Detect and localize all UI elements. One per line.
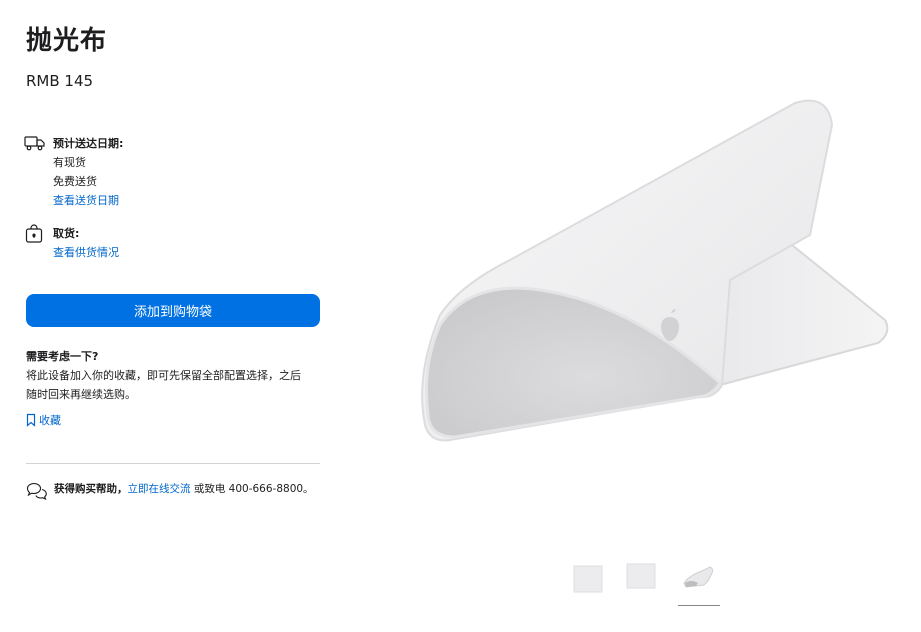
gallery-thumbnail-2[interactable] [626, 563, 656, 589]
bookmark-icon [26, 413, 36, 427]
divider [26, 463, 320, 464]
help-bold: 获得购买帮助， [54, 483, 128, 495]
consider-text-line2: 随时回来再继续选购。 [26, 388, 136, 401]
add-to-bag-button[interactable]: 添加到购物袋 [26, 294, 320, 327]
consider-text-line1: 将此设备加入你的收藏，即可先保留全部配置选择，之后 [26, 369, 301, 382]
gallery-thumbnail-3[interactable] [682, 565, 716, 589]
save-label: 收藏 [39, 414, 61, 427]
consider-section: 需要考虑一下? 将此设备加入你的收藏，即可先保留全部配置选择，之后 随时回来再继… [26, 347, 326, 404]
gallery-active-indicator [678, 605, 720, 606]
save-to-favorites-link[interactable]: 收藏 [26, 411, 61, 430]
availability-text: 有现货 [53, 156, 86, 169]
product-hero-image [400, 85, 900, 455]
check-delivery-link[interactable]: 查看送货日期 [53, 191, 123, 210]
shipping-text: 免费送货 [53, 175, 97, 188]
chat-icon [26, 482, 47, 500]
consider-heading: 需要考虑一下? [26, 350, 99, 363]
delivery-section: 预计送达日期: 有现货 免费送货 查看送货日期 [24, 134, 324, 214]
phone-text: 或致电 400-666-8800。 [190, 483, 314, 495]
gallery-thumbnail-1[interactable] [573, 565, 603, 593]
product-price: RMB 145 [26, 72, 94, 90]
truck-icon [24, 134, 48, 154]
store-bag-icon [24, 224, 48, 244]
pickup-heading: 取货: [53, 227, 80, 240]
delivery-heading: 预计送达日期: [53, 137, 124, 150]
product-title: 抛光布 [26, 26, 108, 56]
check-availability-link[interactable]: 查看供货情况 [53, 243, 119, 262]
chat-now-link[interactable]: 立即在线交流 [128, 483, 191, 495]
pickup-section: 取货: 查看供货情况 [24, 224, 324, 264]
